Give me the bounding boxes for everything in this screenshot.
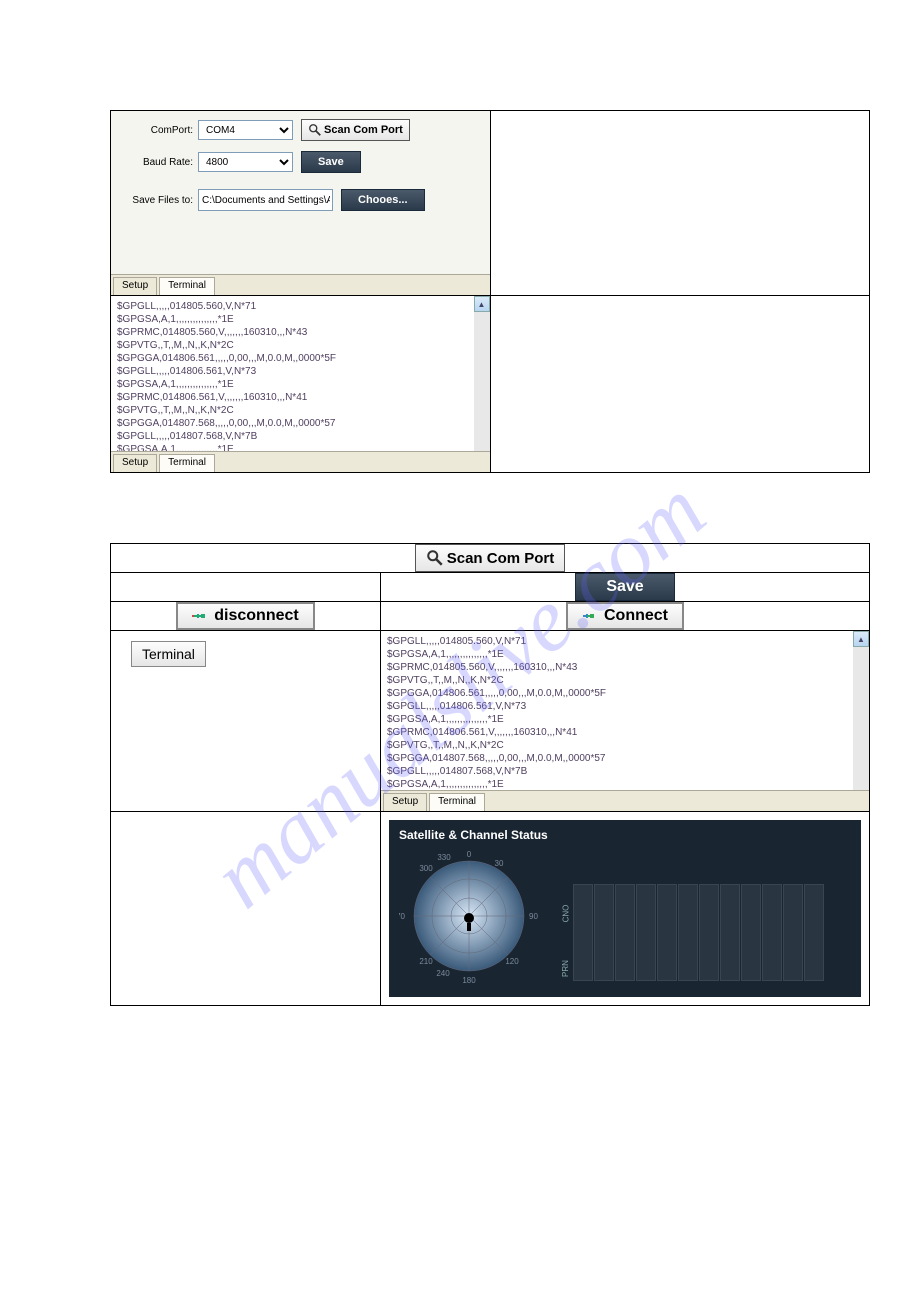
disconnect-button[interactable]: disconnect [176,602,314,630]
bar-slot [594,884,614,981]
bar-slot [741,884,761,981]
connect-button[interactable]: Connect [566,602,684,630]
scrollbar[interactable]: ▲ [474,296,490,452]
save-button[interactable]: Save [301,151,361,173]
disconnect-icon [192,608,208,624]
scroll-up-icon[interactable]: ▲ [474,296,490,312]
bar-slot [636,884,656,981]
svg-text:270: 270 [399,912,406,921]
bar-slot [699,884,719,981]
bar-slot [678,884,698,981]
tab-terminal[interactable]: Terminal [159,277,215,295]
baud-rate-label: Baud Rate: [121,157,193,168]
tab-bar: Setup Terminal [111,274,490,295]
bar-slot [615,884,635,981]
scan-com-port-button[interactable]: Scan Com Port [301,119,410,141]
connect-icon [582,608,598,624]
table-setup-terminal: ComPort: COM4 Scan Com Port Baud Rate: 4… [110,110,870,473]
satellite-title: Satellite & Channel Status [399,828,851,842]
channel-bars: CNO PRN [559,861,851,981]
bar-slot [783,884,803,981]
skyplot: 0 30 90 120 180 210 270 300 330 240 [399,846,539,986]
terminal-panel-2: $GPGLL,,,,,014805.560,V,N*71 $GPGSA,A,1,… [381,631,869,811]
svg-text:330: 330 [437,853,451,862]
magnify-icon [308,123,322,137]
svg-text:90: 90 [529,912,538,921]
svg-text:180: 180 [462,976,476,985]
terminal-tab-button[interactable]: Terminal [131,641,206,667]
svg-text:210: 210 [419,957,433,966]
tab-terminal[interactable]: Terminal [429,793,485,811]
svg-text:240: 240 [436,969,450,978]
save-files-label: Save Files to: [121,195,193,206]
bar-slot [720,884,740,981]
tab-setup[interactable]: Setup [113,277,157,295]
comport-label: ComPort: [121,125,193,136]
svg-text:300: 300 [419,864,433,873]
setup-panel: ComPort: COM4 Scan Com Port Baud Rate: 4… [111,111,490,295]
terminal-output: $GPGLL,,,,,014805.560,V,N*71 $GPGSA,A,1,… [111,296,490,460]
bar-slot [573,884,593,981]
tab-setup[interactable]: Setup [383,793,427,811]
svg-text:120: 120 [505,957,519,966]
scan-com-port-button-large[interactable]: Scan Com Port [415,544,566,572]
svg-text:30: 30 [495,859,504,868]
tab-setup[interactable]: Setup [113,454,157,472]
comport-select[interactable]: COM4 [198,120,293,140]
tab-bar: Setup Terminal [111,451,490,472]
tab-bar: Setup Terminal [381,790,869,811]
tab-terminal[interactable]: Terminal [159,454,215,472]
table-controls: Scan Com Port Save disconnect Connect [110,543,870,1006]
save-button-large[interactable]: Save [575,573,674,601]
scrollbar[interactable]: ▲ [853,631,869,791]
choose-button[interactable]: Chooes... [341,189,425,211]
svg-text:0: 0 [467,850,472,859]
scroll-up-icon[interactable]: ▲ [853,631,869,647]
magnify-icon [426,549,444,567]
terminal-output-2: $GPGLL,,,,,014805.560,V,N*71 $GPGSA,A,1,… [381,631,869,795]
prn-label: PRN [561,960,570,977]
save-files-input[interactable] [198,189,333,211]
bar-slot [804,884,824,981]
cno-label: CNO [561,905,570,923]
satellite-status-panel: Satellite & Channel Status [389,820,861,997]
terminal-panel: $GPGLL,,,,,014805.560,V,N*71 $GPGSA,A,1,… [111,296,490,472]
baud-rate-select[interactable]: 4800 [198,152,293,172]
bar-slot [762,884,782,981]
bar-slot [657,884,677,981]
